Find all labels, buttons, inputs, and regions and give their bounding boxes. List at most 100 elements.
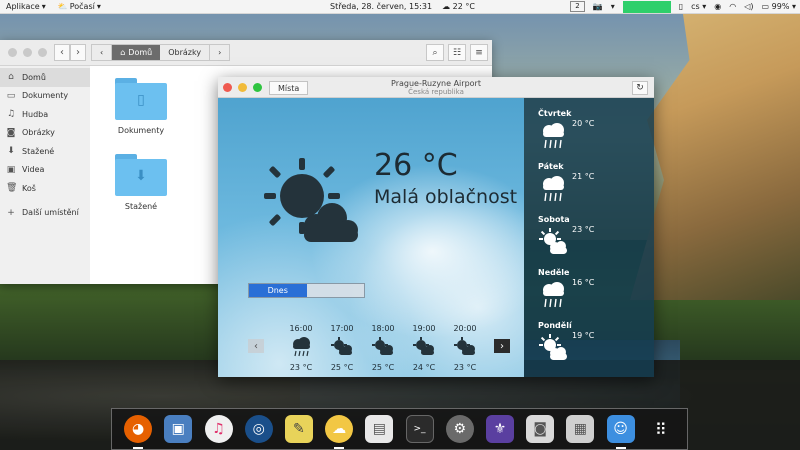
sidebar-item-label: Stažené (22, 146, 55, 156)
wifi-icon[interactable]: ◠ (729, 2, 736, 11)
sidebar-item-label: Další umístění (22, 208, 79, 218)
chevron-down-icon: ▾ (96, 2, 101, 11)
hourly-item: 18:00 25 °C (366, 324, 400, 372)
hourly-prev-button[interactable]: ‹ (248, 339, 264, 353)
camera-icon[interactable]: 📷 (593, 2, 603, 11)
close-button[interactable] (8, 48, 17, 57)
partly-cloudy-icon (454, 337, 475, 355)
terminal-icon[interactable]: >_ (405, 415, 434, 443)
music-icon: ♫ (6, 109, 16, 120)
system-monitor-graph[interactable] (622, 0, 671, 13)
breadcrumb-forward[interactable]: › (209, 45, 229, 60)
clipboard-icon[interactable]: ▯ (679, 2, 683, 11)
desktop-cliff (630, 0, 800, 300)
breadcrumb-current[interactable]: Obrázky (160, 45, 209, 60)
hourly-time: 16:00 (289, 324, 313, 333)
current-weather-panel: 26 °C Malá oblačnost Dnes ‹ 16:00 23 °C … (218, 98, 524, 377)
menu-button[interactable]: ≡ (470, 44, 488, 61)
software-icon[interactable]: ⚜ (485, 415, 514, 443)
list-view-icon: ☷ (452, 47, 462, 58)
rain-icon (543, 123, 564, 149)
view-toggle-button[interactable]: ☷ (448, 44, 466, 61)
sidebar-item-music[interactable]: ♫ Hudba (0, 105, 90, 124)
sidebar-item-videos[interactable]: ▣ Videa (0, 161, 90, 180)
calendar-icon[interactable]: ▦ (566, 415, 595, 443)
finder-icon[interactable]: ☺ (606, 415, 635, 449)
sidebar-item-documents[interactable]: ▭ Dokumenty (0, 87, 90, 106)
location-name: Prague-Ruzyne Airport (391, 79, 481, 88)
file-manager-titlebar: ‹ › ‹ ⌂ Domů Obrázky › ⌕ ☷ ≡ (0, 40, 492, 66)
sidebar-item-other-locations[interactable]: + Další umístění (0, 204, 90, 223)
folder-icon: ▯ (115, 78, 167, 120)
weather-app-menu[interactable]: ⛅ Počasí ▾ (52, 2, 107, 11)
daily-forecast-panel: Čtvrtek 20 °C Pátek 21 °C Sobota 23 °C N… (524, 98, 654, 377)
video-icon: ▣ (6, 164, 16, 175)
hourly-item: 16:00 23 °C (284, 324, 318, 372)
browser-icon[interactable]: ◎ (244, 415, 273, 443)
daily-day: Sobota (538, 215, 570, 224)
hourly-temp: 23 °C (289, 363, 313, 372)
record-icon[interactable]: ◉ (714, 2, 721, 11)
sidebar-item-home[interactable]: ⌂ Domů (0, 68, 90, 87)
location-country: Česká republika (408, 88, 464, 96)
weather-titlebar: Místa Prague-Ruzyne Airport Česká republ… (218, 77, 654, 98)
workspace-indicator[interactable]: 2 (570, 1, 585, 12)
sidebar-item-trash[interactable]: 🗑 Koš (0, 179, 90, 198)
window-controls (8, 48, 47, 57)
text-editor-icon[interactable]: ▤ (365, 415, 394, 443)
screenshot-icon[interactable]: ◙ (526, 415, 555, 443)
top-panel: Aplikace ▾ ⛅ Počasí ▾ Středa, 28. červen… (0, 0, 800, 14)
weather-window: Místa Prague-Ruzyne Airport Česká republ… (218, 77, 654, 377)
hourly-time: 20:00 (453, 324, 477, 333)
hourly-forecast: 16:00 23 °C 17:00 25 °C 18:00 25 °C 19:0… (284, 324, 482, 372)
hourly-time: 19:00 (412, 324, 436, 333)
search-button[interactable]: ⌕ (426, 44, 444, 61)
music-icon[interactable]: ♫ (204, 415, 233, 443)
weather-icon[interactable]: ☁ (325, 415, 354, 449)
sidebar: ⌂ Domů ▭ Dokumenty ♫ Hudba ◙ Obrázky ⬇ S… (0, 66, 90, 284)
maximize-button[interactable] (38, 48, 47, 57)
folder-downloads[interactable]: ⬇ Stažené (106, 154, 176, 211)
tab-tomorrow[interactable] (306, 284, 364, 297)
breadcrumb-current-label: Obrázky (168, 48, 202, 57)
apps-menu[interactable]: Aplikace ▾ (0, 2, 52, 11)
settings-icon[interactable]: ⚙ (445, 415, 474, 443)
sidebar-item-pictures[interactable]: ◙ Obrázky (0, 124, 90, 143)
daily-item: Pondělí 19 °C (538, 321, 654, 374)
keyboard-layout[interactable]: cs ▾ (691, 2, 706, 11)
weather-indicator[interactable]: ☁ 22 °C (442, 2, 475, 11)
daily-day: Pátek (538, 162, 564, 171)
tab-today[interactable]: Dnes (249, 284, 307, 297)
firefox-icon[interactable]: ◕ (124, 415, 153, 449)
clock[interactable]: Středa, 28. červen, 15:31 (330, 2, 432, 11)
breadcrumb-back[interactable]: ‹ (92, 45, 113, 60)
current-temperature: 26 °C (374, 148, 458, 183)
hamburger-icon: ≡ (475, 47, 483, 58)
notes-icon[interactable]: ✎ (284, 415, 313, 443)
weather-location-title: Prague-Ruzyne Airport Česká republika (218, 79, 654, 97)
hourly-temp: 23 °C (453, 363, 477, 372)
partly-cloudy-icon (413, 337, 434, 355)
folder-documents[interactable]: ▯ Dokumenty (106, 78, 176, 135)
back-button[interactable]: ‹ (54, 44, 70, 61)
volume-icon[interactable]: ◁) (744, 2, 753, 11)
home-icon: ⌂ (8, 72, 14, 83)
download-icon: ⬇ (135, 168, 147, 184)
minimize-button[interactable] (23, 48, 32, 57)
app-grid-icon[interactable]: ⠿ (647, 415, 675, 443)
search-icon: ⌕ (432, 47, 438, 58)
current-condition: Malá oblačnost (374, 186, 518, 208)
sidebar-item-downloads[interactable]: ⬇ Stažené (0, 142, 90, 161)
partly-cloudy-icon (264, 158, 358, 242)
sidebar-item-label: Domů (22, 72, 46, 82)
forward-button[interactable]: › (70, 44, 86, 61)
cloud-icon: ☁ (442, 2, 451, 11)
hourly-next-button[interactable]: › (494, 339, 510, 353)
refresh-button[interactable]: ↻ (632, 81, 648, 95)
image-viewer-icon[interactable]: ▣ (164, 415, 193, 443)
apps-menu-label: Aplikace (6, 2, 40, 11)
battery-indicator[interactable]: ▭ 99% ▾ (762, 2, 796, 11)
daily-temp: 16 °C (572, 278, 595, 287)
breadcrumb-home[interactable]: ⌂ Domů (112, 45, 161, 60)
document-icon: ▭ (6, 90, 16, 101)
